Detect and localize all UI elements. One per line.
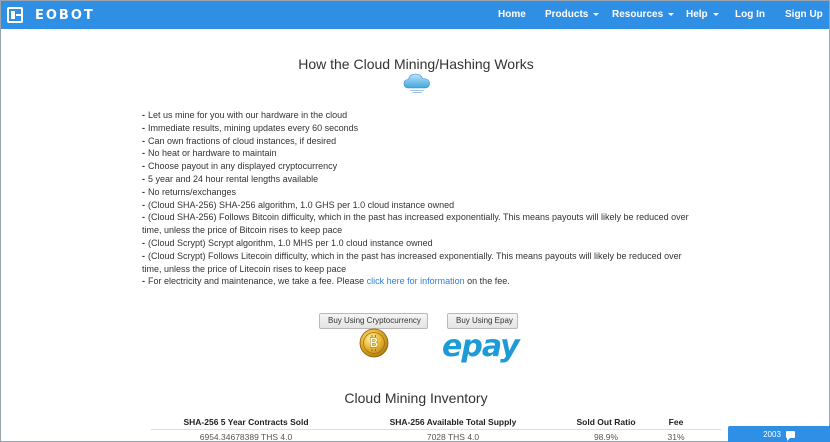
table-header: SHA-256 Available Total Supply — [389, 417, 517, 427]
list-item: - For electricity and maintenance, we tak… — [142, 276, 510, 287]
buy-epay-button[interactable]: Buy Using Epay — [447, 313, 518, 329]
epay-logo[interactable]: epay — [442, 329, 526, 365]
bitcoin-coin-icon[interactable]: B — [359, 328, 389, 358]
table-header: Fee — [668, 417, 684, 427]
top-navbar: EOBOT Home Products Resources Help Log I… — [1, 1, 829, 29]
list-item: - No returns/exchanges — [142, 186, 237, 197]
chevron-down-icon — [593, 12, 600, 16]
svg-text:B: B — [369, 337, 379, 352]
page-title: How the Cloud Mining/Hashing Works — [298, 56, 534, 72]
list-item: - (Cloud SHA-256) SHA-256 algorithm, 1.0 … — [142, 199, 455, 210]
nav-help[interactable]: Help — [686, 9, 719, 20]
list-item: -5 year and 24 hour rental lengths avail… — [142, 173, 319, 184]
table-cell: 7028 THS 4.0 — [426, 432, 480, 442]
brand-name: EOBOT — [35, 7, 95, 23]
list-item: - Can own fractions of cloud instances, i… — [142, 135, 337, 146]
chat-widget[interactable]: 2003 — [728, 426, 830, 442]
list-item: - (Cloud Scrypt) Follows Litecoin difficu… — [142, 250, 682, 274]
nav-resources[interactable]: Resources — [612, 9, 675, 20]
features-list: - Let us mine for you with our hardware i… — [142, 109, 702, 288]
inventory-title: Cloud Mining Inventory — [344, 390, 488, 406]
list-item: - (Cloud Scrypt) Scrypt algorithm, 1.0 MH… — [142, 237, 433, 248]
table-cell: 98.9% — [593, 432, 619, 442]
brand-logo[interactable]: EOBOT — [7, 5, 95, 25]
eobot-logo-icon — [7, 7, 23, 23]
table-cell: 6954.34678389 THS 4.0 — [199, 432, 293, 442]
fee-info-link[interactable]: click here for information — [367, 276, 465, 286]
nav-login[interactable]: Log In — [735, 9, 765, 20]
table-header: SHA-256 5 Year Contracts Sold — [183, 417, 309, 427]
list-item: - Choose payout in any displayed cryptocu… — [142, 161, 338, 172]
nav-signup[interactable]: Sign Up — [785, 9, 823, 20]
chat-count: 2003 — [763, 430, 781, 439]
nav-products[interactable]: Products — [545, 9, 600, 20]
cloud-icon — [403, 73, 430, 93]
list-item: - Immediate results, mining updates every… — [142, 122, 359, 133]
table-divider — [151, 429, 721, 430]
nav-home[interactable]: Home — [498, 9, 526, 20]
table-cell: 31% — [667, 432, 685, 442]
chevron-down-icon — [668, 12, 675, 16]
chat-bubble-icon — [785, 431, 795, 442]
list-item: - Let us mine for you with our hardware i… — [142, 110, 348, 120]
list-item: - (Cloud SHA-256) Follows Bitcoin difficu… — [142, 212, 689, 236]
buy-cryptocurrency-button[interactable]: Buy Using Cryptocurrency — [319, 313, 428, 329]
table-header: Sold Out Ratio — [576, 417, 636, 427]
chevron-down-icon — [712, 12, 719, 16]
list-item: - No heat or hardware to maintain — [142, 148, 277, 159]
